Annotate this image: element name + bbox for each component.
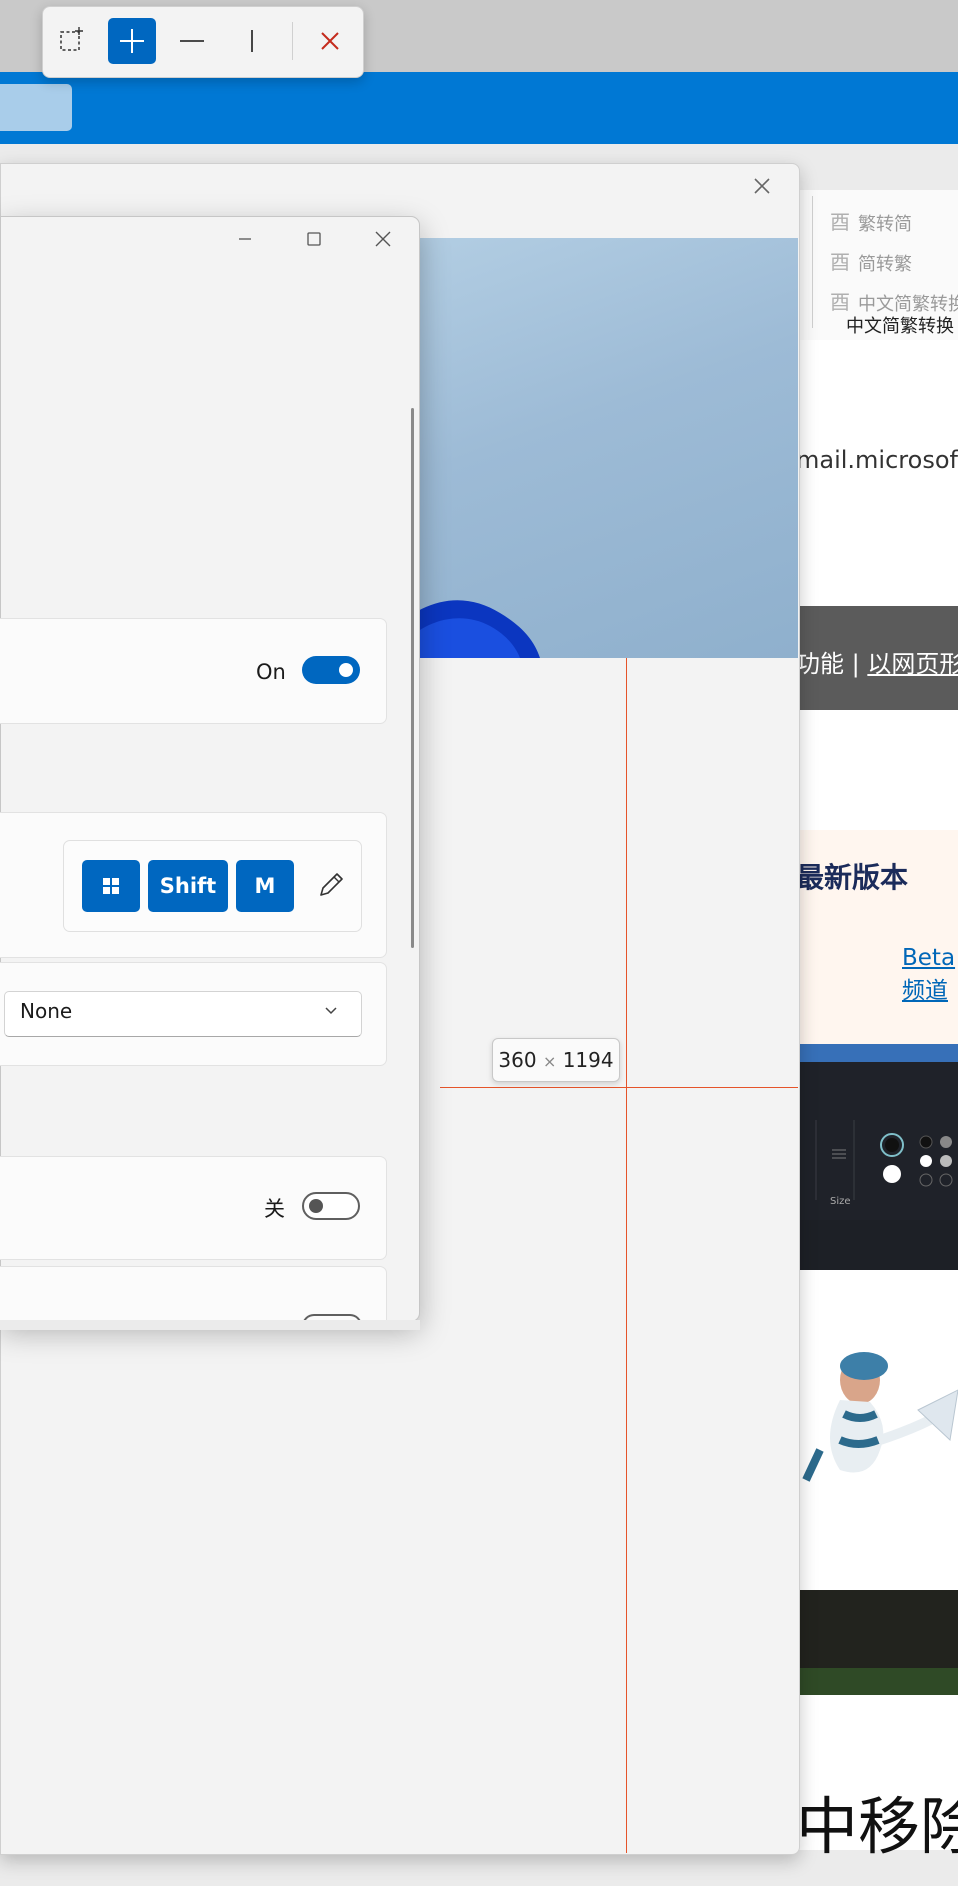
toggle-knob bbox=[339, 663, 353, 677]
close-icon[interactable] bbox=[746, 170, 778, 202]
close-button[interactable] bbox=[360, 222, 406, 256]
toggle-off-state-label: 关 bbox=[264, 1197, 285, 1221]
traditional-to-simplified-icon: ⾣ bbox=[830, 210, 850, 234]
simplified-to-traditional-icon: ⾣ bbox=[830, 250, 850, 274]
ribbon-item-trad-to-simp[interactable]: 繁转简 bbox=[858, 210, 912, 236]
toggle-state-label: On bbox=[256, 660, 286, 684]
maximize-button[interactable] bbox=[291, 222, 337, 256]
minimize-icon bbox=[239, 238, 251, 240]
ribbon-separator bbox=[812, 196, 813, 328]
ribbon-group-label: 中文简繁转换 bbox=[846, 316, 954, 337]
chinese-conversion-icon: ⾣ bbox=[830, 290, 850, 314]
feature-toggle[interactable] bbox=[302, 656, 360, 684]
page-heading: 中移除 bbox=[796, 1790, 958, 1863]
vertical-line-icon bbox=[251, 30, 253, 52]
character-illustration bbox=[802, 1352, 958, 1482]
vertical-line-button[interactable] bbox=[228, 18, 276, 64]
landscape-grass bbox=[796, 1668, 958, 1695]
close-icon-glyph bbox=[754, 178, 770, 194]
beta-link-line2[interactable]: 频道 bbox=[902, 975, 955, 1008]
address-field[interactable] bbox=[0, 84, 72, 131]
close-snip-button[interactable] bbox=[306, 18, 354, 64]
toolbar-separator bbox=[292, 22, 293, 60]
edit-shortcut-button[interactable] bbox=[314, 868, 348, 902]
app-screenshot-header bbox=[796, 1044, 958, 1062]
pencil-icon bbox=[320, 873, 343, 896]
measure-guide-vertical bbox=[626, 658, 627, 1853]
promo-title: 最新版本 bbox=[796, 861, 909, 894]
dimension-separator: × bbox=[542, 1052, 557, 1071]
minimize-button[interactable] bbox=[222, 222, 268, 256]
horizontal-line-button[interactable] bbox=[168, 18, 216, 64]
windows-key bbox=[82, 860, 140, 912]
dropdown-selected-value: None bbox=[20, 999, 73, 1023]
ribbon-item-simp-to-trad[interactable]: 简转繁 bbox=[858, 250, 912, 276]
app-screenshot-footer bbox=[796, 1220, 958, 1270]
dimension-width: 360 bbox=[498, 1048, 537, 1072]
close-icon bbox=[321, 32, 339, 50]
m-key: M bbox=[236, 860, 294, 912]
close-icon bbox=[375, 231, 391, 247]
notice-bar-text: 功能 | 以网页形式 bbox=[796, 644, 958, 679]
dimension-height: 1194 bbox=[562, 1048, 614, 1072]
notice-link[interactable]: 以网页形式 bbox=[867, 650, 958, 678]
size-label: Size bbox=[830, 1196, 851, 1207]
notice-text: 功能 | bbox=[796, 650, 868, 678]
toggle-knob bbox=[309, 1199, 323, 1213]
feature-toggle-off[interactable] bbox=[302, 1192, 360, 1220]
chevron-down-icon bbox=[322, 1001, 340, 1019]
add-button[interactable] bbox=[108, 18, 156, 64]
pen-toolbar-graphic bbox=[815, 1120, 953, 1200]
scrollbar[interactable] bbox=[411, 408, 414, 948]
browser-titlebar bbox=[0, 72, 958, 144]
maximize-icon bbox=[307, 232, 321, 246]
beta-channel-link[interactable]: Beta 频道 bbox=[902, 942, 955, 1008]
email-address-fragment: mail.microsoft.co bbox=[796, 446, 958, 474]
beta-link-line1[interactable]: Beta bbox=[902, 942, 955, 975]
windows-key-icon bbox=[103, 878, 119, 894]
dimension-readout: 360 × 1194 bbox=[492, 1038, 620, 1082]
rectangle-snip-icon bbox=[60, 27, 83, 51]
rectangle-snip-button[interactable] bbox=[48, 18, 96, 64]
window-clip bbox=[0, 1320, 420, 1330]
measure-guide-horizontal bbox=[440, 1087, 798, 1088]
horizontal-line-icon bbox=[180, 40, 204, 42]
shift-key: Shift bbox=[148, 860, 228, 912]
add-icon bbox=[120, 29, 144, 53]
